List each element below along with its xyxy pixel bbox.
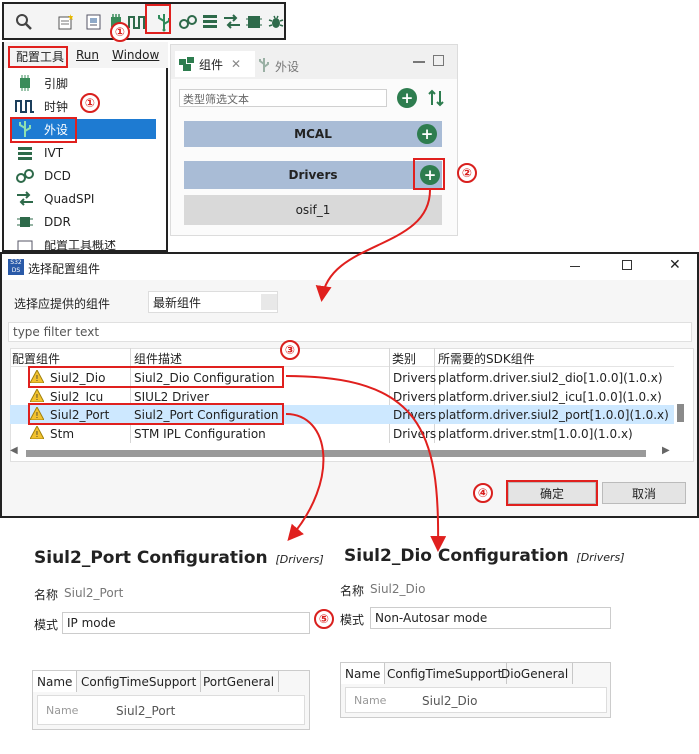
arrow-to-port [285,413,325,542]
arrow-to-dio [285,375,447,552]
annotation-arrows [285,189,447,552]
arrow-to-dialog [315,189,431,302]
